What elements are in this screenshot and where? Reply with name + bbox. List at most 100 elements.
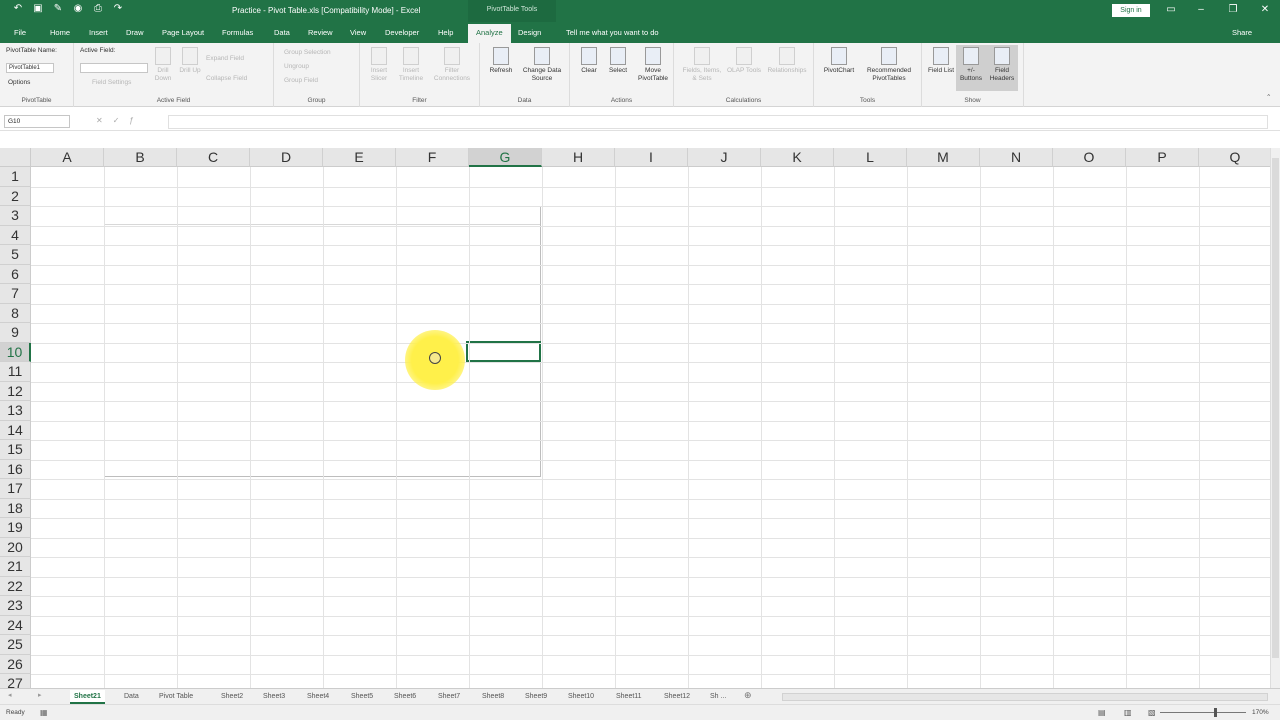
tab-review[interactable]: Review [308,28,333,37]
undo-icon[interactable]: ↶ [12,3,24,15]
sheet-tab-data[interactable]: Data [120,690,143,704]
column-header-F[interactable]: F [396,148,469,167]
change-data-source-button[interactable]: Change Data Source [518,47,566,83]
group-field-button[interactable]: Group Field [284,77,318,84]
row-header-5[interactable]: 5 [0,245,31,265]
row-header-8[interactable]: 8 [0,303,31,323]
collapse-field-button[interactable]: Collapse Field [206,75,247,82]
group-selection-button[interactable]: Group Selection [284,49,331,56]
drill-up-button[interactable]: Drill Up [178,47,202,75]
sheet-tab-sheet2[interactable]: Sheet2 [217,690,247,704]
camera-icon[interactable]: ◉ [72,3,84,15]
row-header-2[interactable]: 2 [0,186,31,206]
pivotchart-button[interactable]: PivotChart [818,47,860,75]
row-header-6[interactable]: 6 [0,264,31,284]
formula-input[interactable] [168,115,1268,129]
macro-record-icon[interactable]: ▦ [40,708,48,717]
column-header-C[interactable]: C [177,148,250,167]
relationships-button[interactable]: Relationships [762,47,812,75]
insert-slicer-button[interactable]: Insert Slicer [366,47,392,83]
minimize-icon[interactable]: – [1194,4,1208,15]
worksheet-grid[interactable]: A B C D E F G H I J K L M N O P Q 1 2 3 4 5 6 7 8 9 10 11 12 13 14 15 16… [0,148,1273,695]
collapse-ribbon-icon[interactable]: ⌃ [1266,93,1271,101]
row-header-12[interactable]: 12 [0,381,31,401]
olap-tools-button[interactable]: OLAP Tools [726,47,762,75]
row-header-1[interactable]: 1 [0,167,31,187]
ribbon-display-icon[interactable]: ▭ [1164,4,1178,15]
zoom-level[interactable]: 170% [1252,709,1269,716]
normal-view-icon[interactable]: ▤ [1098,708,1106,717]
sheet-tab-sh-[interactable]: Sh ... [706,690,730,704]
field-list-button[interactable]: Field List [928,47,954,75]
sheet-tab-sheet12[interactable]: Sheet12 [660,690,694,704]
tell-me-search[interactable]: Tell me what you want to do [566,28,659,37]
tab-formulas[interactable]: Formulas [222,28,253,37]
column-header-P[interactable]: P [1126,148,1199,167]
row-header-16[interactable]: 16 [0,459,31,479]
row-header-26[interactable]: 26 [0,654,31,674]
column-header-E[interactable]: E [323,148,396,167]
name-box[interactable]: G10 [4,115,70,128]
touch-mode-icon[interactable]: ✎ [52,3,64,15]
row-header-9[interactable]: 9 [0,323,31,343]
sheet-tab-sheet5[interactable]: Sheet5 [347,690,377,704]
tab-view[interactable]: View [350,28,366,37]
buttons-toggle[interactable]: +/- Buttons [956,45,986,91]
expand-field-button[interactable]: Expand Field [206,55,244,62]
column-header-N[interactable]: N [980,148,1053,167]
restore-icon[interactable]: ❐ [1226,4,1240,15]
field-headers-toggle[interactable]: Field Headers [986,45,1018,91]
filter-connections-button[interactable]: Filter Connections [430,47,474,83]
column-header-H[interactable]: H [542,148,615,167]
options-button[interactable]: Options [8,79,30,86]
sheet-tab-sheet11[interactable]: Sheet11 [612,690,646,704]
page-layout-view-icon[interactable]: ▥ [1124,708,1132,717]
tab-analyze[interactable]: Analyze [468,24,511,43]
select-button[interactable]: Select [604,47,632,75]
column-header-J[interactable]: J [688,148,761,167]
row-header-22[interactable]: 22 [0,576,31,596]
insert-function-icon[interactable]: ƒ [129,116,133,125]
fields-items-sets-button[interactable]: Fields, Items, & Sets [680,47,724,83]
tab-insert[interactable]: Insert [89,28,108,37]
tab-design[interactable]: Design [518,28,541,37]
tab-file[interactable]: File [14,28,26,37]
zoom-knob[interactable] [1214,708,1217,717]
drill-down-button[interactable]: Drill Down [150,47,176,83]
cancel-icon[interactable]: ✕ [96,116,103,125]
sheet-tab-sheet21[interactable]: Sheet21 [70,690,105,704]
horizontal-scrollbar[interactable] [782,693,1268,701]
sheet-tab-pivot-table[interactable]: Pivot Table [155,690,197,704]
zoom-slider[interactable] [1160,712,1246,713]
pivottable-name-input[interactable]: PivotTable1 [6,63,54,73]
column-header-I[interactable]: I [615,148,688,167]
tab-home[interactable]: Home [50,28,70,37]
column-header-Q[interactable]: Q [1199,148,1272,167]
tab-help[interactable]: Help [438,28,453,37]
recommended-pivottables-button[interactable]: Recommended PivotTables [860,47,918,83]
sheet-tab-sheet8[interactable]: Sheet8 [478,690,508,704]
redo-icon[interactable]: ↷ [112,3,124,15]
ungroup-button[interactable]: Ungroup [284,63,309,70]
next-sheet-icon[interactable]: ▸ [38,691,42,699]
row-header-23[interactable]: 23 [0,596,31,616]
sheet-tab-sheet3[interactable]: Sheet3 [259,690,289,704]
sheet-tab-sheet6[interactable]: Sheet6 [390,690,420,704]
column-header-K[interactable]: K [761,148,834,167]
row-header-13[interactable]: 13 [0,401,31,421]
save-icon[interactable]: ▣ [32,3,44,15]
sheet-tab-sheet4[interactable]: Sheet4 [303,690,333,704]
active-field-input[interactable] [80,63,148,73]
sheet-tab-sheet10[interactable]: Sheet10 [564,690,598,704]
row-header-7[interactable]: 7 [0,284,31,304]
column-header-B[interactable]: B [104,148,177,167]
column-header-D[interactable]: D [250,148,323,167]
field-settings-button[interactable]: Field Settings [92,79,131,86]
row-header-24[interactable]: 24 [0,615,31,635]
row-header-4[interactable]: 4 [0,225,31,245]
column-header-O[interactable]: O [1053,148,1126,167]
close-icon[interactable]: ✕ [1258,4,1272,15]
move-pivottable-button[interactable]: Move PivotTable [634,47,672,83]
prev-sheet-icon[interactable]: ◂ [8,691,12,699]
select-all-corner[interactable] [0,148,31,167]
